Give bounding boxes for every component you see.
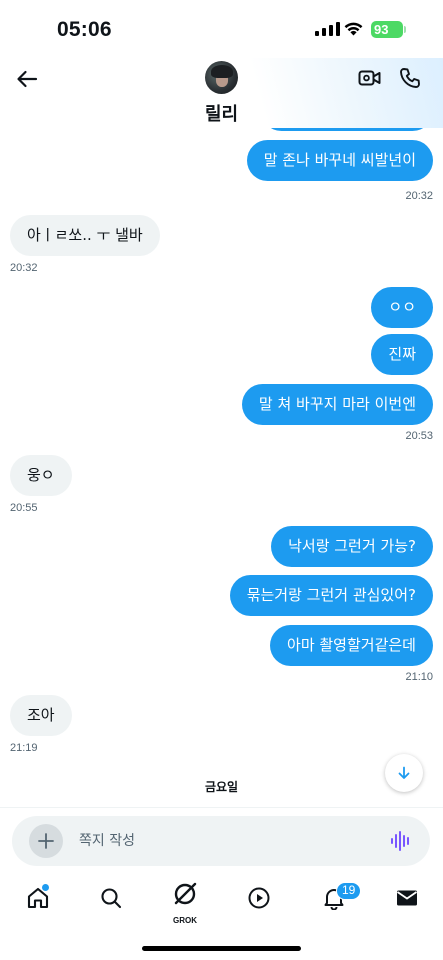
message-input[interactable]: 쪽지 작성 [79, 816, 135, 866]
battery-level: 93 [374, 22, 389, 37]
outgoing-message[interactable]: 아마 촬영할거같은데 [270, 625, 433, 666]
mail-icon [396, 890, 418, 906]
video-call-icon[interactable] [358, 68, 381, 88]
contact-name[interactable]: 릴리 [0, 100, 443, 126]
grok-icon [174, 882, 197, 905]
battery-tip [404, 26, 406, 33]
message-list[interactable]: 말 존나 바꾸네 씨발년이 20:32 아ㅣㄹ쏘.. ㅜ 낼바 20:32 ㅇㅇ… [0, 128, 443, 807]
outgoing-message[interactable]: 말 쳐 바꾸지 마라 이번엔 [241, 384, 433, 425]
outgoing-message-partial[interactable] [261, 128, 433, 131]
message-composer: 쪽지 작성 [12, 816, 430, 866]
avatar[interactable] [205, 61, 238, 94]
home-unread-dot [42, 884, 49, 891]
grok-label: GROK [173, 916, 197, 925]
conversation-header: 릴리 [0, 58, 443, 128]
back-arrow-icon[interactable] [14, 66, 40, 92]
date-separator: 금요일 [204, 780, 239, 794]
incoming-message[interactable]: 조아 [10, 695, 72, 736]
video-icon [248, 887, 270, 909]
outgoing-message[interactable]: ㅇㅇ [371, 287, 433, 328]
message-timestamp: 20:32 [10, 262, 38, 274]
battery-icon: 93 [371, 21, 403, 38]
composer-divider [0, 807, 443, 808]
arrow-down-icon [398, 766, 410, 779]
message-timestamp: 21:19 [10, 742, 38, 754]
bottom-navigation: GROK [0, 870, 443, 930]
plus-icon [38, 833, 54, 849]
outgoing-message[interactable]: 낙서랑 그런거 가능? [271, 526, 433, 567]
nav-video[interactable] [245, 884, 273, 912]
scroll-to-bottom-button[interactable] [385, 754, 423, 792]
message-timestamp: 21:10 [405, 671, 433, 683]
outgoing-message[interactable]: 진짜 [371, 334, 433, 375]
message-timestamp: 20:53 [405, 430, 433, 442]
status-bar: 05:06 93 [0, 0, 443, 58]
voice-message-icon[interactable] [390, 831, 412, 851]
phone-call-icon[interactable] [399, 67, 421, 89]
message-timestamp: 20:55 [10, 502, 38, 514]
notification-badge: 19 [336, 882, 362, 900]
incoming-message[interactable]: 웅ㅇ [10, 455, 72, 496]
nav-grok[interactable]: GROK [171, 880, 199, 925]
outgoing-message[interactable]: 묶는거랑 그런거 관심있어? [229, 575, 433, 616]
add-media-button[interactable] [29, 824, 63, 858]
nav-search[interactable] [97, 884, 125, 912]
avatar-hair [211, 65, 233, 78]
incoming-message[interactable]: 아ㅣㄹ쏘.. ㅜ 낼바 [10, 215, 160, 256]
nav-messages[interactable] [393, 884, 421, 912]
cellular-signal-icon [315, 22, 340, 36]
outgoing-message[interactable]: 말 존나 바꾸네 씨발년이 [246, 140, 433, 181]
status-time: 05:06 [57, 18, 112, 41]
message-timestamp: 20:32 [405, 190, 433, 202]
search-icon [101, 888, 122, 909]
wifi-icon [344, 22, 363, 36]
home-indicator[interactable] [142, 946, 301, 951]
